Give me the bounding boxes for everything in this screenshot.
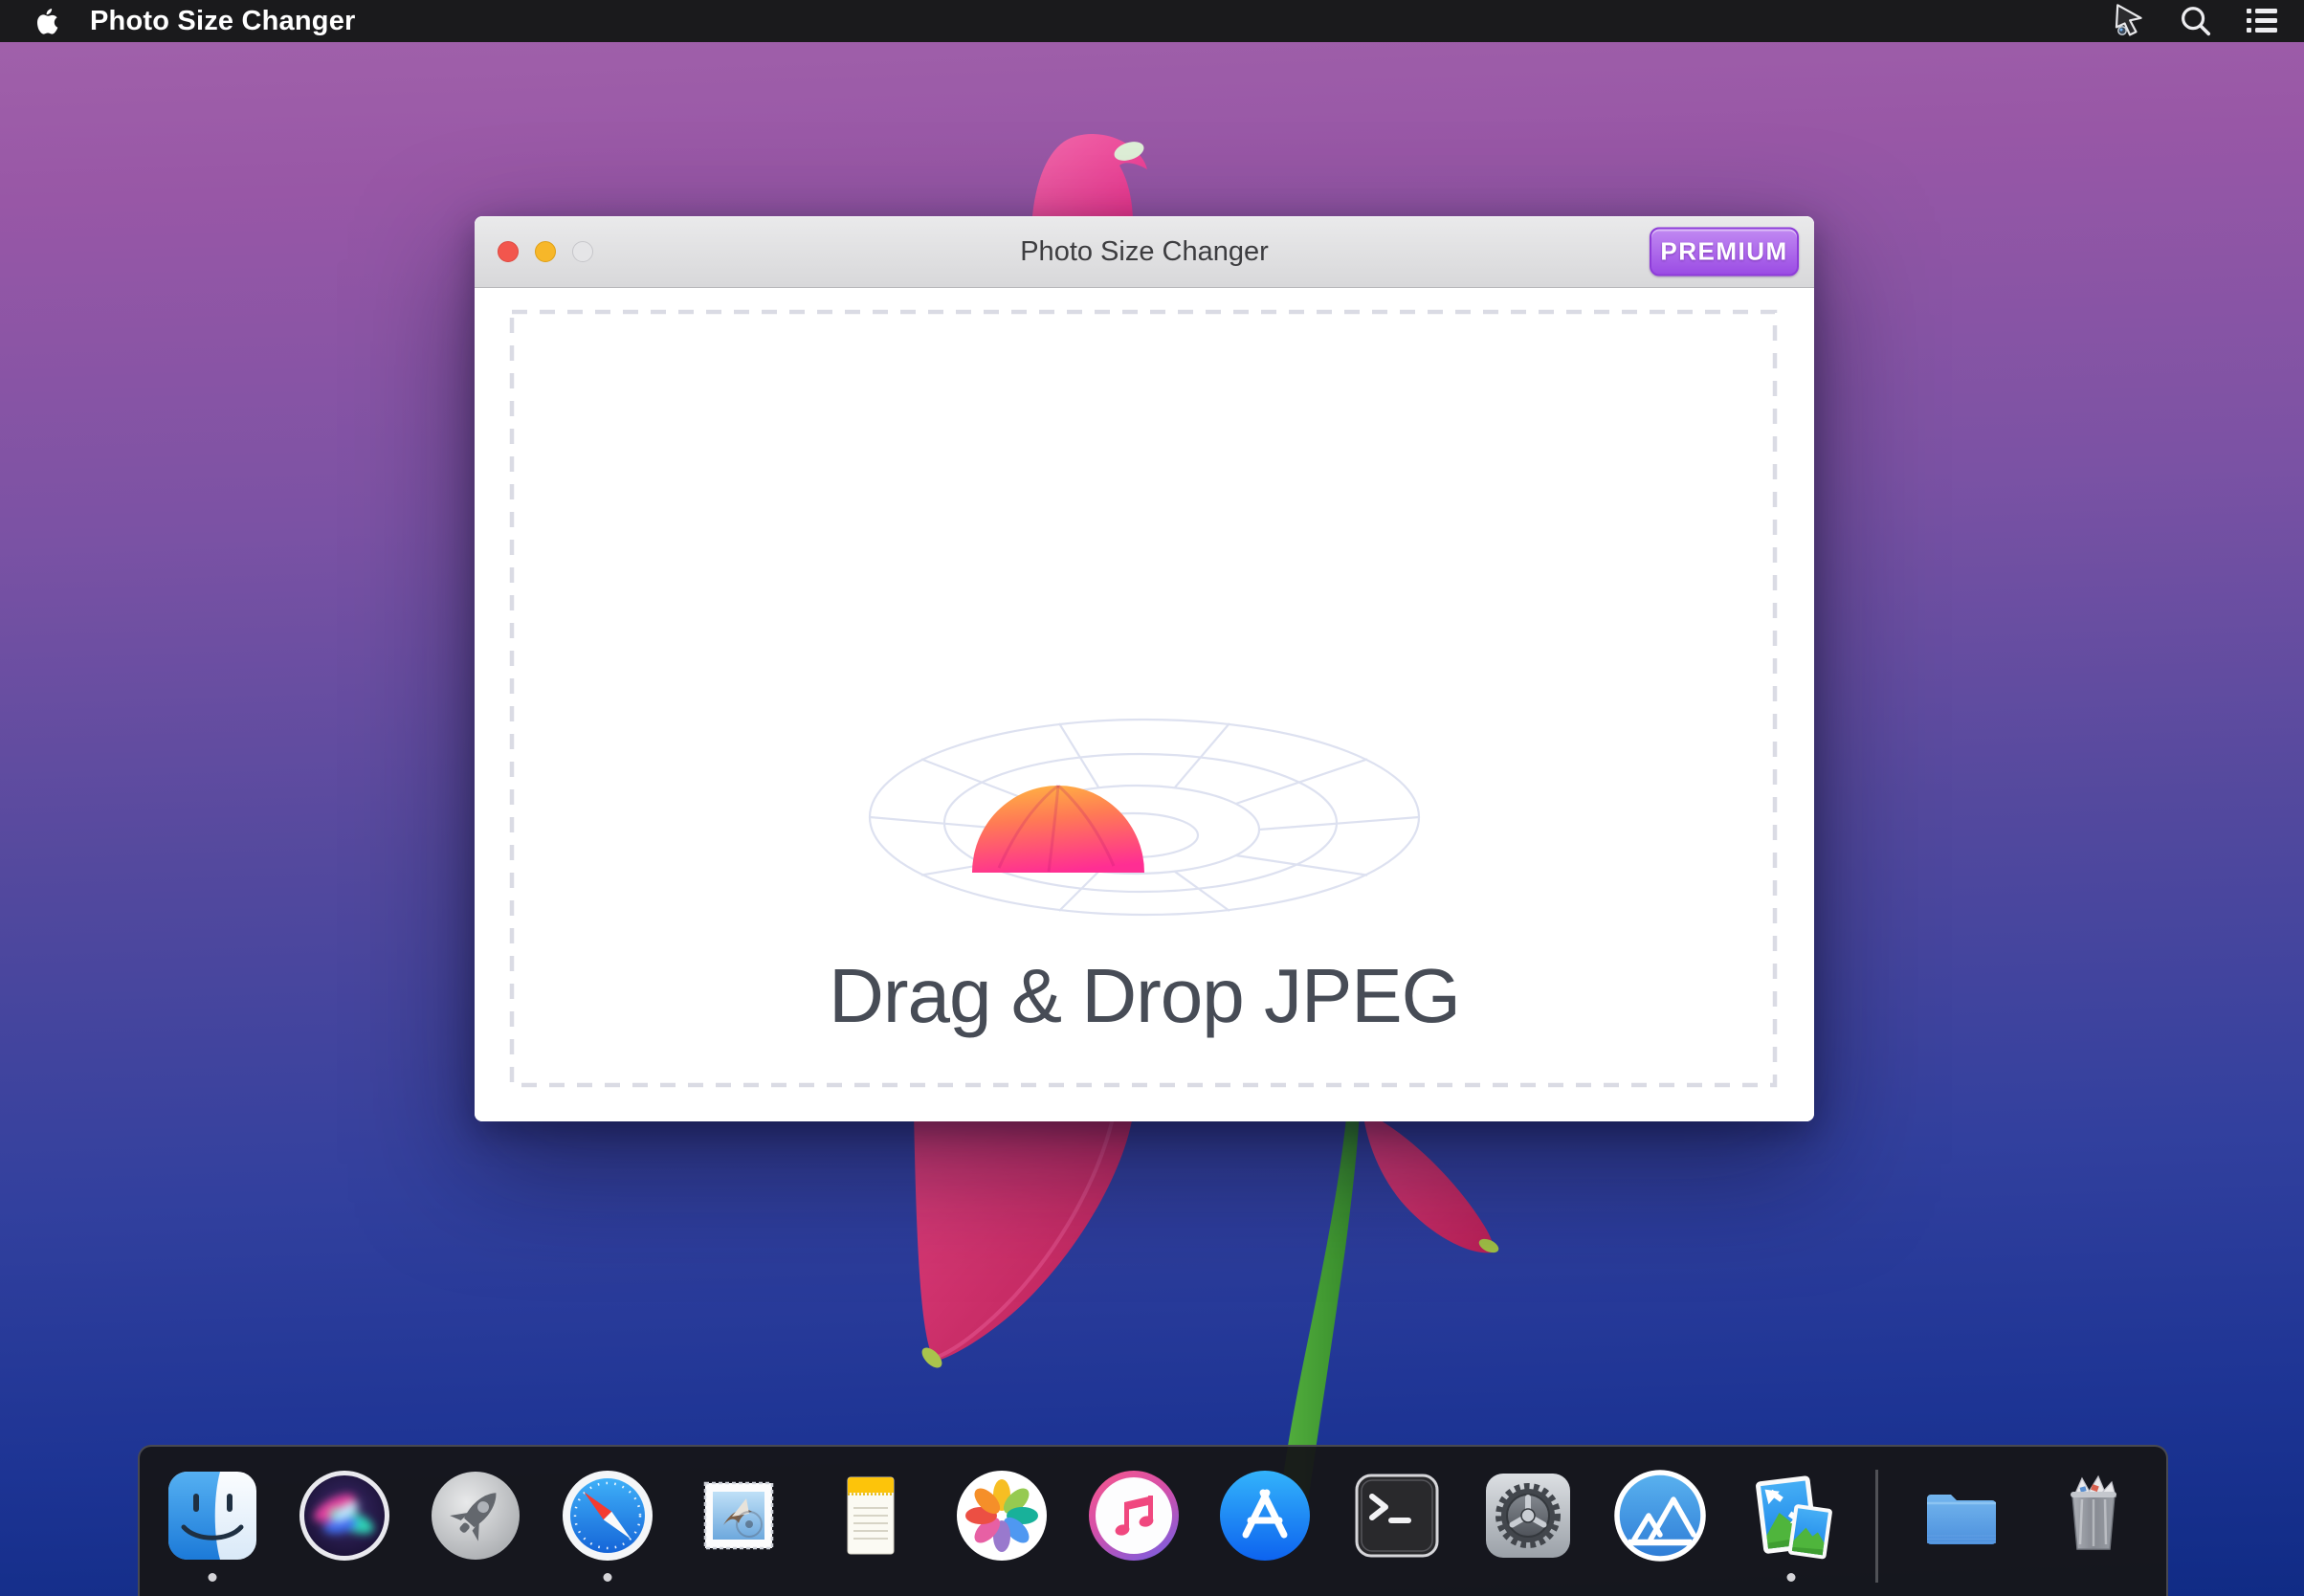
menubar-app-name[interactable]: Photo Size Changer xyxy=(90,6,356,37)
pointer-tool-icon[interactable] xyxy=(2109,2,2147,40)
window-title: Photo Size Changer xyxy=(1020,236,1269,268)
premium-button[interactable]: PREMIUM xyxy=(1650,228,1799,277)
petal-top xyxy=(1031,134,1147,230)
mail-icon xyxy=(691,1468,786,1563)
petal-bottom-right xyxy=(1361,1110,1501,1255)
dock-item-finder[interactable] xyxy=(165,1468,260,1563)
petal-bottom-left xyxy=(914,1110,1134,1371)
vortex-umbrella-icon xyxy=(867,717,1422,927)
siri-icon xyxy=(297,1468,392,1563)
dock-item-safari[interactable] xyxy=(560,1468,655,1563)
dropzone-label: Drag & Drop JPEG xyxy=(829,952,1460,1040)
launchpad-icon xyxy=(428,1468,523,1563)
system-preferences-icon xyxy=(1480,1468,1576,1563)
zoom-button-disabled xyxy=(572,241,593,262)
trash-icon xyxy=(2046,1468,2141,1563)
terminal-icon xyxy=(1349,1468,1445,1563)
window-content: Drag & Drop JPEG xyxy=(475,288,1814,1121)
spotlight-search-icon[interactable] xyxy=(2176,2,2214,40)
photo-size-changer-window: Photo Size Changer PREMIUM xyxy=(475,216,1814,1121)
running-indicator xyxy=(1787,1573,1796,1582)
dock-item-mail[interactable] xyxy=(691,1468,786,1563)
safari-icon xyxy=(560,1468,655,1563)
dock-item-trash[interactable] xyxy=(2046,1468,2141,1563)
dock-item-itunes[interactable] xyxy=(1086,1468,1182,1563)
dock-item-folder[interactable] xyxy=(1914,1468,2009,1563)
running-indicator xyxy=(209,1573,217,1582)
dock-item-system-preferences[interactable] xyxy=(1480,1468,1576,1563)
photos-icon xyxy=(954,1468,1050,1563)
menu-bar: Photo Size Changer xyxy=(0,0,2304,42)
itunes-icon xyxy=(1086,1468,1182,1563)
minimize-button[interactable] xyxy=(535,241,556,262)
dock-item-app-store[interactable] xyxy=(1217,1468,1313,1563)
notes-icon xyxy=(823,1468,919,1563)
dock-item-photo-size-changer[interactable] xyxy=(1743,1468,1839,1563)
dock-separator xyxy=(1875,1470,1878,1583)
dock-item-photos[interactable] xyxy=(954,1468,1050,1563)
folder-icon xyxy=(1914,1468,2009,1563)
app-store-icon xyxy=(1217,1468,1313,1563)
dock-item-app-cleaner[interactable] xyxy=(1612,1468,1708,1563)
apple-logo-icon xyxy=(36,9,59,34)
app-cleaner-mountains-icon xyxy=(1612,1468,1708,1563)
dock-item-siri[interactable] xyxy=(297,1468,392,1563)
apple-menu[interactable] xyxy=(36,7,61,35)
dock-item-terminal[interactable] xyxy=(1349,1468,1445,1563)
dock-item-launchpad[interactable] xyxy=(428,1468,523,1563)
dropzone[interactable]: Drag & Drop JPEG xyxy=(475,288,1814,1121)
notification-list-icon[interactable] xyxy=(2243,2,2281,40)
finder-icon xyxy=(165,1468,260,1563)
dock-item-notes[interactable] xyxy=(823,1468,919,1563)
close-button[interactable] xyxy=(498,241,519,262)
window-titlebar[interactable]: Photo Size Changer PREMIUM xyxy=(475,216,1814,288)
dock xyxy=(138,1445,2168,1596)
running-indicator xyxy=(603,1573,611,1582)
photo-size-changer-icon xyxy=(1743,1468,1839,1563)
